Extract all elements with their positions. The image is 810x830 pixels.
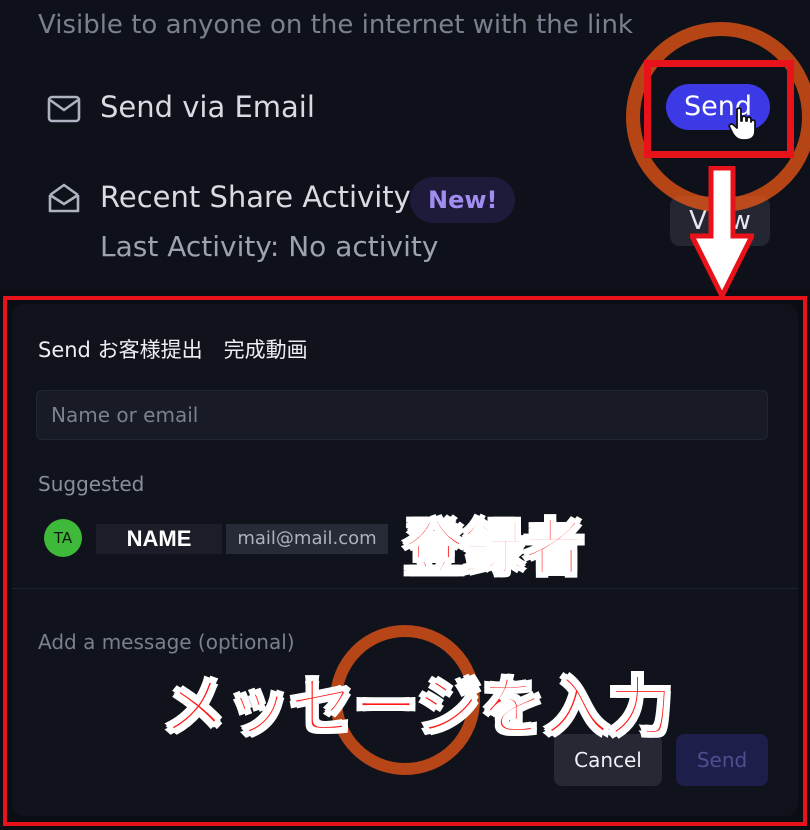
new-badge: New! [410, 177, 516, 223]
view-activity-button[interactable]: View [670, 196, 770, 246]
share-panel: Visible to anyone on the internet with t… [0, 0, 810, 290]
send-via-email-button[interactable]: Send [666, 84, 770, 130]
suggestion-name: NAME [96, 524, 222, 554]
visibility-note: Visible to anyone on the internet with t… [38, 10, 633, 40]
suggestion-email: mail@mail.com [226, 524, 388, 554]
recent-share-activity-label: Recent Share Activity [100, 180, 411, 214]
suggested-label: Suggested [38, 472, 145, 496]
message-caption: メッセージを入力 [161, 670, 674, 746]
avatar: TA [44, 519, 82, 557]
envelope-icon [46, 91, 82, 127]
message-field[interactable]: Add a message (optional) [38, 630, 295, 654]
screen: Visible to anyone on the internet with t… [0, 0, 810, 830]
registrant-caption: 登録者 [403, 513, 585, 585]
dialog-divider [12, 588, 798, 589]
last-activity-status: Last Activity: No activity [100, 230, 439, 263]
send-via-email-label: Send via Email [100, 90, 315, 124]
send-button[interactable]: Send [676, 734, 768, 786]
recipient-input[interactable] [36, 390, 768, 440]
inbox-icon [46, 181, 82, 217]
dialog-title: Send お客様提出 完成動画 [38, 338, 308, 362]
